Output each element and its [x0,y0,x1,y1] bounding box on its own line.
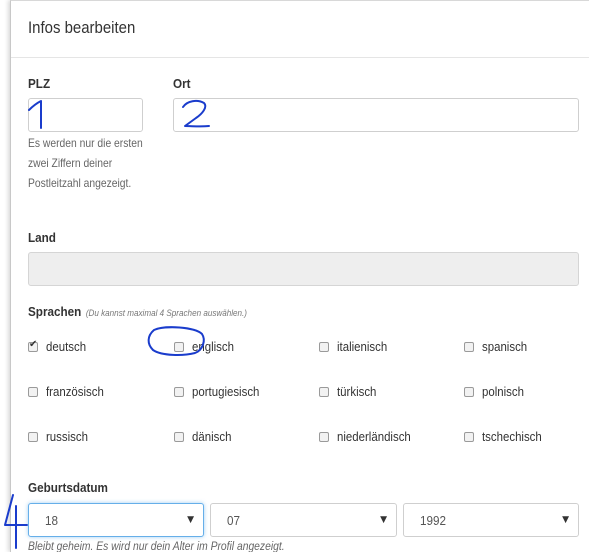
language-option-deutsch[interactable]: deutsch [28,339,92,354]
language-option-label: türkisch [337,384,377,399]
checkbox[interactable] [464,431,474,442]
language-option-label: russisch [46,429,88,444]
checkbox[interactable] [174,341,184,352]
language-option-label: niederländisch [337,429,411,444]
checkbox[interactable] [464,386,474,397]
language-option-label: polnisch [482,384,524,399]
language-option-tschechisch[interactable]: tschechisch [464,429,550,444]
language-option-niederländisch[interactable]: niederländisch [319,429,421,444]
plz-input[interactable] [28,98,143,132]
language-option-portugiesisch[interactable]: portugiesisch [174,384,269,399]
land-label: Land [28,230,56,245]
sprachen-label-text: Sprachen [28,304,82,319]
edit-info-dialog: Infos bearbeiten PLZ Es werden nur die e… [10,0,589,552]
checkbox[interactable] [28,386,38,397]
language-option-label: tschechisch [482,429,542,444]
language-option-label: französisch [46,384,104,399]
birth-month-value: 07 [227,513,241,528]
birth-month-select[interactable]: 07 ▼ [210,503,397,537]
birth-day-value: 18 [45,513,59,528]
language-option-französisch[interactable]: französisch [28,384,112,399]
birth-year-value: 1992 [420,513,447,528]
checkbox[interactable] [28,339,38,352]
language-option-englisch[interactable]: englisch [174,339,240,354]
chevron-down-icon: ▼ [380,515,387,525]
checkbox[interactable] [28,431,38,442]
sprachen-label: Sprachen (Du kannst maximal 4 Sprachen au… [28,304,247,319]
chevron-down-icon: ▼ [562,515,569,525]
checkbox[interactable] [174,386,184,397]
plz-help-text: Es werden nur die ersten zwei Ziffern de… [28,136,143,190]
dialog-title: Infos bearbeiten [28,18,136,37]
chevron-down-icon: ▼ [187,515,194,525]
dialog-header: Infos bearbeiten [11,1,589,58]
language-option-spanisch[interactable]: spanisch [464,339,533,354]
language-option-label: portugiesisch [192,384,260,399]
ort-label: Ort [173,76,191,91]
birthdate-help-text: Bleibt geheim. Es wird nur dein Alter im… [28,539,285,552]
birth-year-select[interactable]: 1992 ▼ [403,503,579,537]
language-option-label: spanisch [482,339,528,354]
language-option-label: englisch [192,339,234,354]
language-option-türkisch[interactable]: türkisch [319,384,382,399]
language-option-label: italienisch [337,339,388,354]
checkbox[interactable] [464,341,474,352]
sprachen-hint: (Du kannst maximal 4 Sprachen auswählen.… [85,308,248,318]
birth-day-select[interactable]: 18 ▼ [28,503,204,537]
checkbox[interactable] [174,431,184,442]
language-option-russisch[interactable]: russisch [28,429,94,444]
checkbox[interactable] [319,386,329,397]
language-option-label: dänisch [192,429,232,444]
geburtsdatum-label: Geburtsdatum [28,480,108,495]
land-input[interactable] [28,252,579,286]
language-option-label: deutsch [46,339,87,354]
language-option-italienisch[interactable]: italienisch [319,339,394,354]
checkbox[interactable] [319,341,329,352]
checkbox[interactable] [319,431,329,442]
language-option-dänisch[interactable]: dänisch [174,429,237,444]
plz-label: PLZ [28,76,51,91]
ort-input[interactable] [173,98,579,132]
language-option-polnisch[interactable]: polnisch [464,384,530,399]
